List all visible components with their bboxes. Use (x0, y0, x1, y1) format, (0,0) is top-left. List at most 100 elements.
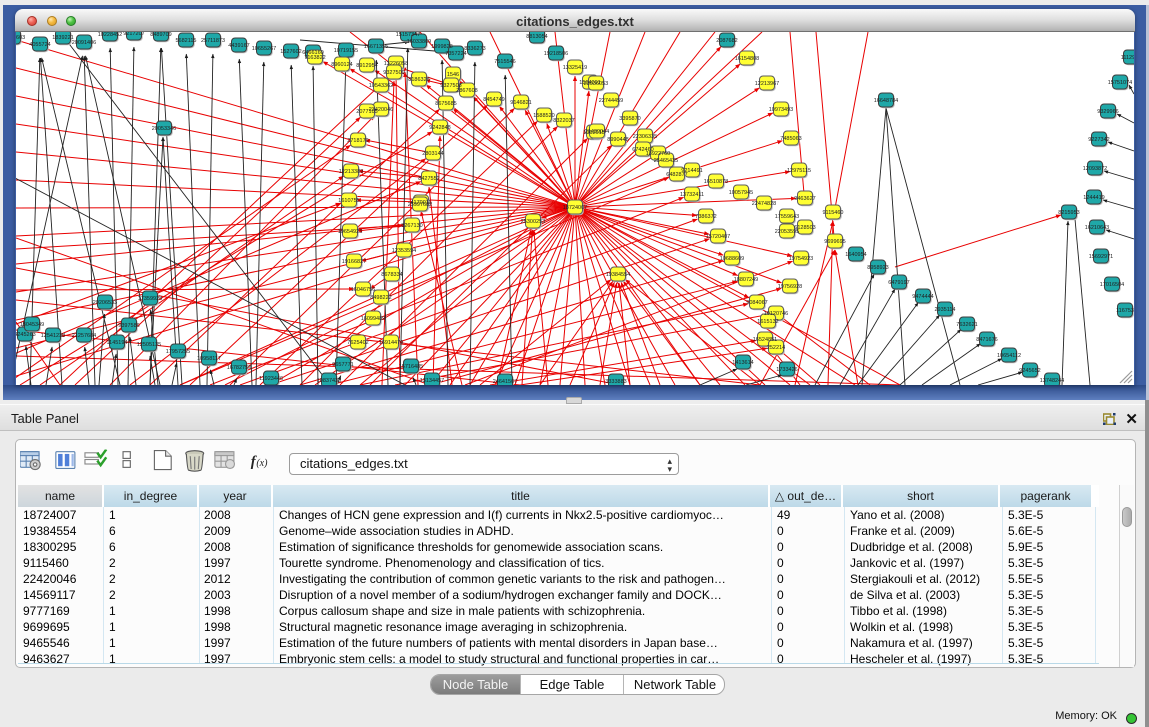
svg-text:16033809: 16033809 (407, 39, 431, 45)
svg-text:22053595: 22053595 (775, 229, 799, 235)
svg-text:10120746: 10120746 (764, 311, 788, 317)
svg-text:18724007: 18724007 (563, 205, 587, 211)
svg-text:8427552: 8427552 (418, 176, 439, 182)
svg-text:19166827: 19166827 (342, 259, 366, 265)
svg-text:16510878: 16510878 (704, 179, 728, 185)
svg-text:16154808: 16154808 (735, 56, 759, 62)
svg-text:9084067: 9084067 (746, 300, 767, 306)
svg-text:2077105: 2077105 (356, 109, 377, 115)
svg-text:25997682: 25997682 (408, 202, 432, 208)
svg-text:12213967: 12213967 (755, 81, 779, 87)
svg-text:20053346: 20053346 (152, 126, 176, 132)
svg-text:15751074: 15751074 (1108, 80, 1132, 86)
svg-text:16648784: 16648784 (874, 98, 898, 104)
svg-text:2803144: 2803144 (422, 151, 443, 157)
svg-text:8990448: 8990448 (607, 137, 628, 143)
svg-text:8336273: 8336273 (464, 46, 485, 52)
svg-text:20091406: 20091406 (72, 40, 96, 46)
svg-text:19756928: 19756928 (778, 284, 802, 290)
svg-text:13226058: 13226058 (384, 61, 408, 67)
svg-text:12353594: 12353594 (392, 248, 416, 254)
svg-text:7625402: 7625402 (347, 340, 368, 346)
svg-text:13045349: 13045349 (20, 322, 44, 328)
svg-text:7163822: 7163822 (304, 55, 325, 61)
svg-text:12541238: 12541238 (41, 333, 65, 339)
svg-text:25300253: 25300253 (521, 219, 545, 225)
svg-text:2087682: 2087682 (716, 38, 737, 44)
svg-text:23936053: 23936053 (584, 81, 608, 87)
svg-text:12093872: 12093872 (1083, 166, 1107, 172)
svg-text:1527602: 1527602 (280, 49, 301, 55)
svg-text:7386372: 7386372 (695, 214, 716, 220)
svg-text:2867608: 2867608 (456, 88, 477, 94)
svg-text:21439044: 21439044 (585, 129, 609, 135)
svg-text:1615132: 1615132 (757, 319, 778, 325)
svg-text:16524851: 16524851 (753, 337, 777, 343)
svg-text:16046756: 16046756 (351, 287, 375, 293)
svg-text:10837430: 10837430 (317, 378, 341, 384)
svg-text:7632621: 7632621 (956, 322, 977, 328)
svg-text:8489709: 8489709 (150, 32, 171, 38)
svg-text:9217207: 9217207 (123, 32, 144, 37)
svg-text:116753: 116753 (1116, 308, 1134, 314)
svg-text:10688609: 10688609 (720, 256, 744, 262)
svg-text:1610755: 1610755 (338, 198, 359, 204)
svg-text:9242848: 9242848 (429, 125, 450, 131)
svg-text:6479197: 6479197 (888, 280, 909, 286)
svg-text:18922760: 18922760 (646, 151, 670, 157)
svg-text:9397586: 9397586 (118, 323, 139, 329)
svg-text:25711873: 25711873 (201, 38, 225, 44)
svg-text:9474444: 9474444 (912, 294, 933, 300)
svg-text:8215953: 8215953 (1058, 210, 1079, 216)
svg-text:22474828: 22474828 (752, 201, 776, 207)
svg-text:10654112: 10654112 (997, 353, 1021, 359)
svg-text:9329966: 9329966 (1097, 109, 1118, 115)
svg-text:10057945: 10057945 (729, 190, 753, 196)
svg-text:7485063: 7485063 (780, 136, 801, 142)
svg-text:10543362: 10543362 (369, 83, 393, 89)
svg-text:252214: 252214 (767, 345, 785, 351)
svg-text:10655267: 10655267 (252, 46, 276, 52)
svg-text:15157347: 15157347 (396, 32, 420, 38)
svg-text:20206533: 20206533 (93, 300, 117, 306)
svg-text:8471676: 8471676 (976, 337, 997, 343)
svg-text:8678334: 8678334 (381, 272, 402, 278)
svg-text:13732411: 13732411 (680, 192, 704, 198)
svg-text:13748244: 13748244 (1040, 378, 1064, 384)
svg-text:1588520: 1588520 (533, 113, 554, 119)
svg-text:17359928: 17359928 (138, 296, 162, 302)
svg-text:22744459: 22744459 (599, 98, 623, 104)
svg-text:8912954: 8912954 (356, 63, 377, 69)
svg-text:16210643: 16210643 (1085, 225, 1109, 231)
svg-text:7515546: 7515546 (494, 59, 515, 65)
svg-text:6482877: 6482877 (666, 172, 687, 178)
svg-text:16099489: 16099489 (361, 316, 385, 322)
svg-text:8186328: 8186328 (408, 77, 429, 83)
svg-text:13325419: 13325419 (563, 65, 587, 71)
svg-text:4245263: 4245263 (16, 332, 36, 338)
svg-text:16671355: 16671355 (364, 44, 388, 50)
svg-text:17016504: 17016504 (1100, 282, 1124, 288)
svg-text:12505135: 12505135 (137, 342, 161, 348)
svg-text:17957255: 17957255 (166, 349, 190, 355)
svg-text:1112954: 1112954 (1121, 55, 1134, 61)
svg-text:19654923: 19654923 (338, 229, 362, 235)
svg-text:10958117: 10958117 (197, 356, 221, 362)
svg-text:13134457: 13134457 (420, 378, 444, 384)
svg-text:10973493: 10973493 (769, 107, 793, 113)
svg-text:9657771: 9657771 (332, 362, 353, 368)
svg-text:9245652: 9245652 (1019, 368, 1040, 374)
svg-text:16782759: 16782759 (227, 365, 251, 371)
svg-text:8267130: 8267130 (401, 223, 422, 229)
svg-text:9463627: 9463627 (794, 196, 815, 202)
svg-text:17559643: 17559643 (775, 214, 799, 220)
svg-text:1999828: 1999828 (431, 44, 452, 50)
svg-text:3333883: 3333883 (605, 379, 626, 385)
svg-text:11923446: 11923446 (259, 376, 283, 382)
svg-text:25465435: 25465435 (654, 158, 678, 164)
svg-text:8498222: 8498222 (370, 295, 391, 301)
svg-text:18807249: 18807249 (734, 277, 758, 283)
svg-text:19218506: 19218506 (544, 51, 568, 57)
svg-text:8322037: 8322037 (553, 118, 574, 124)
svg-text:1413614: 1413614 (732, 360, 753, 366)
